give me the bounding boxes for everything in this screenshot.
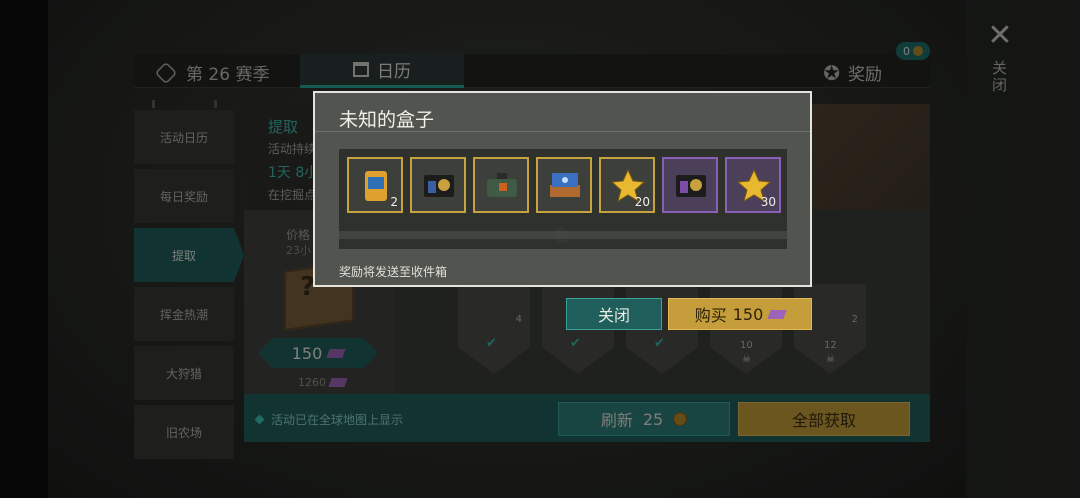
buy-price: 150 — [732, 304, 764, 324]
reward-items-row: 2 20 30 — [347, 157, 781, 213]
item-count: 20 — [634, 195, 650, 209]
food-bag-icon — [365, 171, 387, 201]
buy-button-label: 购买 — [694, 306, 727, 325]
reward-item[interactable] — [473, 157, 529, 213]
reward-item[interactable] — [410, 157, 466, 213]
book-stack-icon — [550, 173, 580, 197]
scroll-thumb[interactable] — [555, 227, 567, 243]
dialog-body: 未知的盒子 2 20 30 奖励将发送至收件箱 — [315, 93, 810, 285]
reward-item[interactable]: 20 — [599, 157, 655, 213]
close-button[interactable]: 关闭 — [566, 298, 662, 330]
scrollbar[interactable] — [339, 227, 787, 243]
unknown-box-dialog: 未知的盒子 2 20 30 奖励将发送至收件箱 — [313, 91, 812, 287]
badge-wallet-icon — [424, 175, 454, 197]
toolkit-bag-icon — [487, 173, 517, 197]
item-count: 30 — [760, 195, 776, 209]
reward-items-area[interactable]: 2 20 30 — [339, 149, 787, 249]
close-button-label: 关闭 — [597, 306, 630, 325]
ticket-icon — [767, 309, 787, 319]
reward-item[interactable] — [536, 157, 592, 213]
buy-button[interactable]: 购买 150 — [668, 298, 812, 330]
inbox-note: 奖励将发送至收件箱 — [339, 265, 448, 279]
dialog-title: 未知的盒子 — [339, 109, 435, 131]
reward-item[interactable] — [662, 157, 718, 213]
divider — [315, 131, 810, 132]
reward-item[interactable]: 2 — [347, 157, 403, 213]
reward-item[interactable]: 30 — [725, 157, 781, 213]
item-count: 2 — [390, 195, 398, 209]
badge-wallet-icon — [676, 175, 706, 197]
